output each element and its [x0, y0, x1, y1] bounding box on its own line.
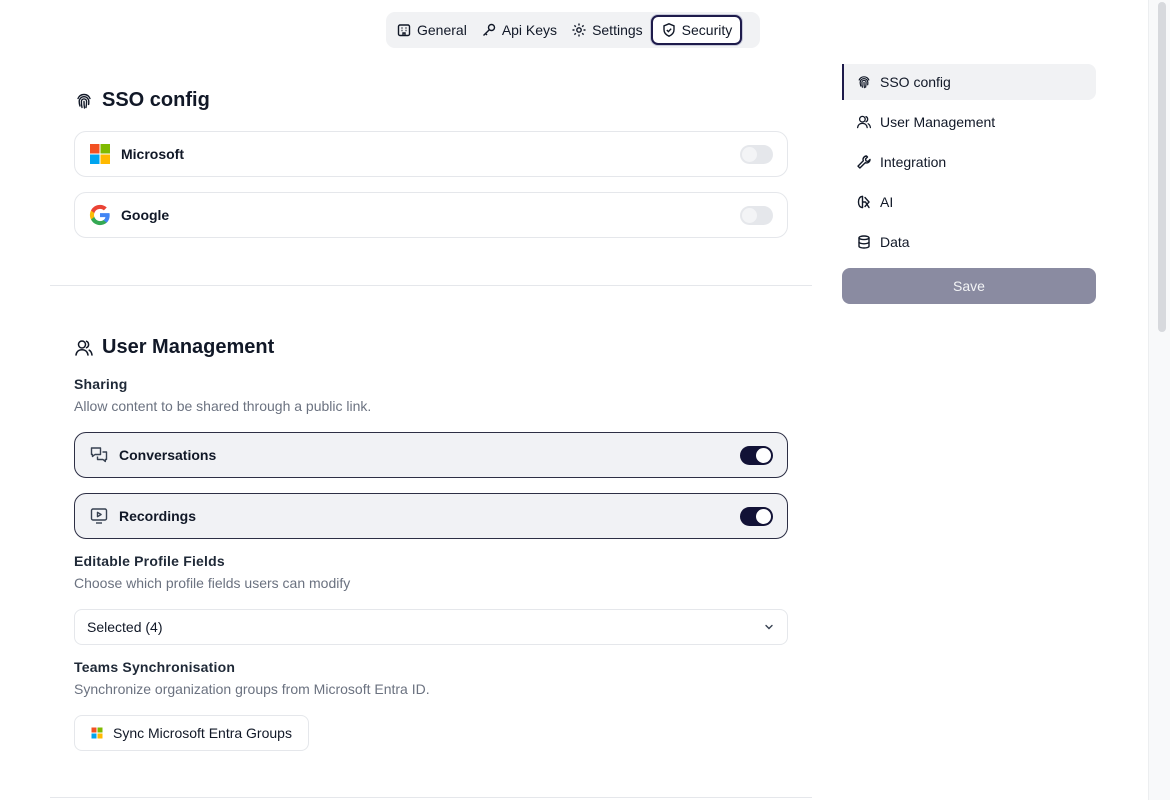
wrench-icon [857, 155, 871, 169]
microsoft-sso-toggle[interactable] [740, 144, 773, 164]
user-management-section-title: User Management [74, 336, 274, 359]
teams-sync-heading: Teams Synchronisation [74, 659, 236, 675]
sharing-item-label: Recordings [119, 508, 197, 524]
conversations-toggle[interactable] [740, 445, 773, 465]
sidebar-item-user-management[interactable]: User Management [842, 104, 1096, 140]
profile-fields-heading: Editable Profile Fields [74, 553, 225, 569]
profile-fields-select-value: Selected (4) [87, 619, 163, 635]
sharing-description: Allow content to be shared through a pub… [74, 398, 372, 414]
sharing-conversations: Conversations [74, 432, 788, 478]
sidebar-item-integration[interactable]: Integration [842, 144, 1096, 180]
user-management-title-text: User Management [102, 336, 275, 358]
recordings-toggle[interactable] [740, 506, 773, 526]
monitor-play-icon [90, 508, 108, 524]
profile-fields-description: Choose which profile fields users can mo… [74, 575, 351, 591]
section-divider [50, 797, 812, 798]
scrollbar-thumb[interactable] [1158, 2, 1166, 332]
sidebar-item-label: Data [880, 234, 910, 250]
save-button[interactable]: Save [842, 268, 1096, 304]
sso-section-title: SSO config [74, 89, 210, 112]
sharing-recordings: Recordings [74, 493, 788, 539]
ai-brain-icon [857, 195, 870, 209]
google-logo-icon [89, 204, 110, 226]
provider-label: Google [121, 207, 170, 223]
sidebar-item-label: SSO config [880, 74, 951, 90]
sso-provider-google: Google [74, 192, 788, 238]
sharing-heading: Sharing [74, 376, 128, 392]
sidebar-item-label: AI [880, 194, 894, 210]
sync-entra-groups-button[interactable]: Sync Microsoft Entra Groups [74, 715, 309, 751]
sso-provider-microsoft: Microsoft [74, 131, 788, 177]
users-icon [75, 339, 93, 356]
main-content: SSO config Microsoft Google User Managem… [50, 0, 812, 800]
section-sidebar: SSO config User Management Integration A… [842, 64, 1096, 304]
microsoft-logo-icon [91, 727, 103, 739]
fingerprint-icon [77, 93, 91, 109]
teams-sync-description: Synchronize organization groups from Mic… [74, 681, 430, 697]
users-icon [856, 115, 872, 129]
sso-title-text: SSO config [102, 89, 210, 111]
section-divider [50, 285, 812, 286]
sync-button-label: Sync Microsoft Entra Groups [113, 725, 292, 741]
sharing-item-label: Conversations [119, 447, 217, 463]
microsoft-logo-icon [90, 144, 110, 164]
google-sso-toggle[interactable] [740, 205, 773, 225]
chat-bubbles-icon [90, 447, 108, 463]
sidebar-item-label: Integration [880, 154, 947, 170]
sidebar-item-label: User Management [880, 114, 996, 130]
chevron-down-icon [765, 624, 773, 630]
fingerprint-icon [858, 76, 870, 89]
provider-label: Microsoft [121, 146, 184, 162]
database-icon [858, 235, 870, 249]
sidebar-item-ai[interactable]: AI [842, 184, 1096, 220]
sidebar-item-data[interactable]: Data [842, 224, 1096, 260]
profile-fields-select[interactable]: Selected (4) [74, 609, 788, 645]
sidebar-item-sso-config[interactable]: SSO config [842, 64, 1096, 100]
